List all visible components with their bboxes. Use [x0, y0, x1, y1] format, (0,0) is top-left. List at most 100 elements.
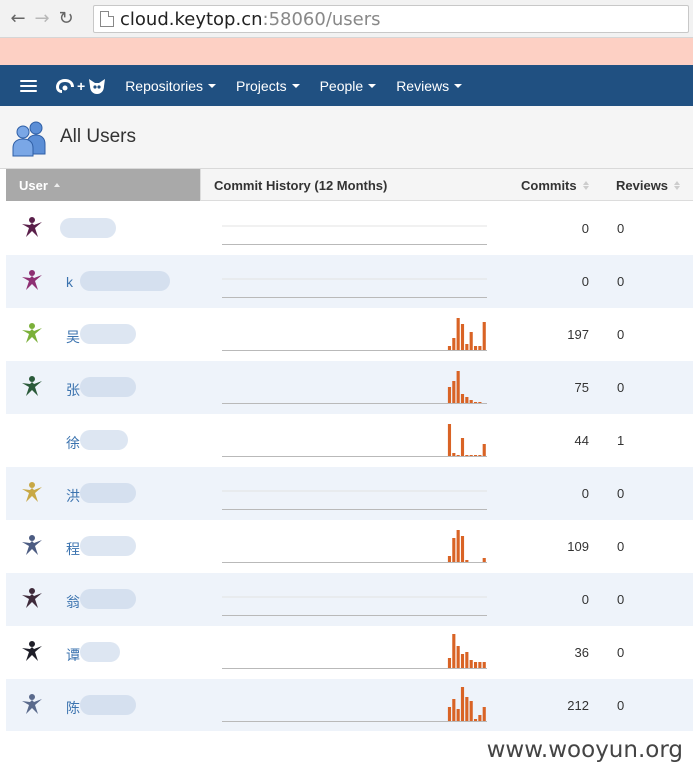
user-name-link[interactable]: 徐 [66, 433, 80, 453]
commit-count: 0 [581, 274, 589, 289]
column-user-label: User [19, 177, 48, 193]
user-name-link[interactable]: 翁 [66, 592, 80, 612]
commit-count: 0 [581, 592, 589, 607]
user-name-link[interactable]: 张 [66, 380, 80, 400]
commit-bar [460, 687, 465, 721]
users-table-body: 0 0 k 0 0 吴 197 0 张 75 0 徐 44 1 洪 0 0 程 109 0 翁 0 0 谭 36 0 陈 212 0 [6, 202, 693, 732]
table-row[interactable]: 谭 36 0 [6, 626, 693, 679]
commit-bar [447, 556, 452, 562]
chevron-down-icon [208, 83, 217, 88]
sort-icon [582, 180, 590, 190]
table-row[interactable]: 徐 44 1 [6, 414, 693, 467]
table-row[interactable]: 00 [6, 202, 693, 255]
hamburger-menu-icon[interactable] [20, 79, 37, 92]
reload-icon[interactable]: ↻ [56, 8, 76, 29]
logo-plus: + [77, 77, 86, 94]
app-root: ← → ↻ cloud.keytop.cn:58060/users + Repo… [0, 0, 693, 780]
nav-reviews[interactable]: Reviews [396, 78, 463, 94]
commit-bar [478, 346, 482, 350]
commit-count: 0 [581, 486, 589, 501]
commit-bar [465, 560, 469, 562]
avatar[interactable] [20, 533, 44, 557]
commit-bar [456, 371, 460, 403]
commit-history-chart [222, 225, 487, 245]
commit-bar [469, 455, 473, 456]
table-row[interactable]: k 0 0 [6, 255, 693, 308]
commit-bar [460, 394, 465, 403]
browser-toolbar: ← → ↻ cloud.keytop.cn:58060/users [0, 0, 693, 38]
url-host: cloud.keytop.cn [120, 8, 263, 30]
app-logo[interactable]: + [55, 77, 107, 95]
commit-bar [482, 444, 486, 456]
table-row[interactable]: 程 109 0 [6, 520, 693, 573]
user-name-link[interactable]: 洪 [66, 486, 80, 506]
commit-bar [469, 400, 473, 403]
nav-people-label: People [319, 77, 364, 94]
page-title: All Users [60, 126, 137, 147]
commit-bar [447, 424, 452, 456]
commit-bar [473, 402, 478, 403]
column-reviews[interactable]: Reviews [616, 169, 681, 201]
review-count: 1 [617, 433, 625, 448]
commit-count: 109 [567, 539, 589, 554]
watermark: www.wooyun.org [486, 737, 683, 763]
commit-history-chart [222, 424, 487, 457]
column-user[interactable]: User [6, 169, 200, 201]
user-name-link[interactable]: 吴 [66, 327, 80, 347]
commit-bar [452, 634, 456, 668]
user-name-link[interactable]: 程 [66, 539, 80, 559]
commit-count: 36 [574, 645, 589, 660]
redaction-blur [60, 218, 116, 238]
table-row[interactable]: 翁 0 0 [6, 573, 693, 626]
avatar[interactable] [20, 268, 44, 292]
commit-bar [465, 397, 469, 403]
address-bar[interactable]: cloud.keytop.cn:58060/users [93, 5, 689, 33]
table-row[interactable]: 吴 197 0 [6, 308, 693, 361]
commit-bar [482, 322, 486, 350]
avatar[interactable] [20, 374, 44, 398]
review-count: 0 [617, 327, 625, 342]
user-name-link[interactable]: 谭 [66, 645, 80, 665]
commit-history-chart [222, 687, 487, 722]
redaction-blur [80, 430, 128, 450]
user-name-link[interactable]: k [66, 274, 73, 290]
commit-history-chart [222, 318, 487, 351]
commit-history-chart [222, 596, 487, 616]
commit-bar [447, 707, 452, 721]
redaction-blur [80, 377, 136, 397]
avatar[interactable] [20, 639, 44, 663]
redaction-blur [80, 642, 120, 662]
nav-projects[interactable]: Projects [236, 78, 300, 94]
avatar[interactable] [20, 427, 44, 451]
avatar[interactable] [20, 692, 44, 716]
nav-people[interactable]: People [320, 78, 377, 94]
avatar[interactable] [20, 480, 44, 504]
commit-bar [456, 455, 460, 456]
avatar[interactable] [20, 215, 44, 239]
back-icon[interactable]: ← [8, 8, 28, 29]
redaction-blur [80, 324, 136, 344]
commit-bar [460, 438, 465, 456]
column-history: Commit History (12 Months) [200, 169, 480, 201]
column-commits-label: Commits [521, 177, 577, 193]
forward-icon[interactable]: → [32, 8, 52, 29]
column-commits[interactable]: Commits [521, 169, 590, 201]
table-row[interactable]: 洪 0 0 [6, 467, 693, 520]
commit-bar [465, 344, 469, 350]
commit-bar [469, 332, 473, 350]
commit-bar [452, 453, 456, 456]
avatar[interactable] [20, 586, 44, 610]
commit-bar [478, 662, 482, 668]
app-navbar: + Repositories Projects People Reviews [0, 65, 693, 106]
avatar[interactable] [20, 321, 44, 345]
users-icon [12, 121, 46, 157]
table-row[interactable]: 陈 212 0 [6, 679, 693, 732]
commit-history-chart [222, 530, 487, 563]
fisheye-logo-icon [56, 78, 74, 93]
commit-count: 0 [581, 221, 589, 236]
table-row[interactable]: 张 75 0 [6, 361, 693, 414]
user-name-link[interactable]: 陈 [66, 698, 80, 718]
notice-banner [0, 38, 693, 65]
nav-repositories[interactable]: Repositories [125, 78, 217, 94]
commit-bar [460, 324, 465, 350]
